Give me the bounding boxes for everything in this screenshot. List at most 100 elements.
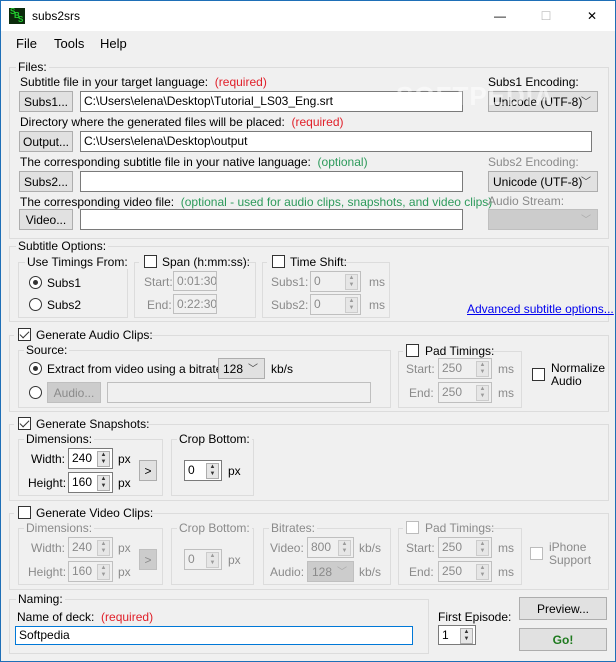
- video-pad-end-spinner[interactable]: 250 ▲ ▼: [438, 561, 492, 582]
- snapshot-width-label: Width:: [31, 452, 66, 466]
- shift-subs2-spinner[interactable]: 0 ▲ ▼: [310, 294, 361, 315]
- video-pad-label: Pad Timings:: [425, 521, 495, 535]
- px-unit: px: [118, 476, 131, 490]
- snapshot-width-spinner[interactable]: 240 ▲ ▼: [68, 448, 113, 469]
- subs1-button[interactable]: Subs1...: [19, 91, 73, 112]
- video-audio-bitrate-select[interactable]: 128 ﹀: [307, 561, 354, 582]
- video-label: The corresponding video file: (optional …: [20, 195, 493, 209]
- output-button[interactable]: Output...: [19, 131, 73, 152]
- extract-from-video-radio[interactable]: [29, 362, 42, 375]
- maximize-icon: ☐: [540, 9, 552, 23]
- video-width-spinner[interactable]: 240 ▲ ▼: [68, 537, 113, 558]
- video-optional: (optional - used for audio clips, snapsh…: [180, 195, 493, 209]
- video-pad-end-label: End:: [409, 565, 434, 579]
- shift-subs1-spinner[interactable]: 0 ▲ ▼: [310, 271, 361, 292]
- audio-stream-select[interactable]: ﹀: [488, 209, 598, 230]
- generate-audio-checkbox[interactable]: [18, 328, 31, 341]
- px-unit: px: [118, 452, 131, 466]
- subs2-radio-label: Subs2: [47, 298, 82, 312]
- kbs-unit: kb/s: [359, 565, 382, 579]
- generate-snapshots-checkbox[interactable]: [18, 417, 31, 430]
- span-end-input[interactable]: 0:22:30: [173, 294, 217, 314]
- spinner-arrows-icon: ▲ ▼: [97, 540, 110, 556]
- generate-video-checkbox[interactable]: [18, 506, 31, 519]
- audio-pad-end-label: End:: [409, 386, 434, 400]
- watermark: SOFTPEDIA: [396, 81, 554, 111]
- minimize-icon: —: [494, 9, 506, 23]
- audio-pad-checkbox[interactable]: [406, 344, 419, 357]
- subs2-button[interactable]: Subs2...: [19, 171, 73, 192]
- audio-pad-start-spinner[interactable]: 250 ▲ ▼: [438, 358, 492, 379]
- px-unit: px: [118, 565, 131, 579]
- snapshot-height-label: Height:: [28, 476, 67, 490]
- kbs-unit: kb/s: [359, 541, 382, 555]
- video-height-spinner[interactable]: 160 ▲ ▼: [68, 561, 113, 582]
- spinner-arrows-icon: ▲ ▼: [345, 274, 358, 290]
- close-icon: ✕: [586, 9, 598, 23]
- video-crop-spinner[interactable]: 0 ▲ ▼: [184, 549, 222, 570]
- deck-required: (required): [101, 610, 154, 624]
- spinner-arrows-icon: ▲ ▼: [460, 628, 473, 644]
- minimize-button[interactable]: —: [477, 1, 523, 31]
- video-pad-start-spinner[interactable]: 250 ▲ ▼: [438, 537, 492, 558]
- menu-file[interactable]: File: [16, 36, 37, 51]
- ms-unit: ms: [498, 386, 514, 400]
- subs2-path-input[interactable]: [80, 171, 463, 192]
- subs2-optional: (optional): [317, 155, 368, 169]
- snapshot-dimensions-button[interactable]: >: [139, 460, 157, 481]
- span-label: Span (h:mm:ss):: [162, 255, 251, 269]
- generate-audio-label: Generate Audio Clips:: [36, 328, 153, 342]
- subs2-radio[interactable]: [29, 298, 42, 311]
- deck-name-label: Name of deck: (required): [17, 610, 154, 624]
- audio-file-input[interactable]: [107, 382, 371, 403]
- spinner-arrows-icon: ▲ ▼: [97, 451, 110, 467]
- audio-file-button[interactable]: Audio...: [47, 382, 101, 403]
- subs2-encoding-label: Subs2 Encoding:: [488, 155, 579, 169]
- maximize-button[interactable]: ☐: [523, 1, 569, 31]
- menu-help[interactable]: Help: [100, 36, 127, 51]
- px-unit: px: [228, 553, 241, 567]
- preview-button[interactable]: Preview...: [519, 597, 607, 620]
- video-path-input[interactable]: [80, 209, 463, 230]
- span-checkbox[interactable]: [144, 255, 157, 268]
- deck-name-input[interactable]: Softpedia: [15, 626, 413, 645]
- output-label: Directory where the generated files will…: [20, 115, 344, 129]
- normalize-audio-checkbox[interactable]: [532, 368, 545, 381]
- ms-unit: ms: [498, 565, 514, 579]
- video-height-label: Height:: [28, 565, 67, 579]
- iphone-support-checkbox[interactable]: [530, 547, 543, 560]
- time-shift-checkbox[interactable]: [272, 255, 285, 268]
- video-button[interactable]: Video...: [19, 209, 73, 230]
- video-bitrate-label: Video:: [270, 541, 304, 555]
- chevron-down-icon: ﹀: [581, 215, 591, 226]
- audio-bitrate-select[interactable]: 128 ﹀: [218, 358, 265, 379]
- video-pad-checkbox[interactable]: [406, 521, 419, 534]
- menu-tools[interactable]: Tools: [54, 36, 84, 51]
- spinner-arrows-icon: ▲ ▼: [97, 475, 110, 491]
- video-bitrate-spinner[interactable]: 800 ▲ ▼: [307, 537, 354, 558]
- px-unit: px: [118, 541, 131, 555]
- video-dimensions-button[interactable]: >: [139, 549, 157, 570]
- ms-unit: ms: [498, 541, 514, 555]
- ms-unit: ms: [498, 362, 514, 376]
- output-path-input[interactable]: C:\Users\elena\Desktop\output: [80, 131, 592, 152]
- go-button[interactable]: Go!: [519, 628, 607, 651]
- subtitle-options-legend: Subtitle Options:: [16, 239, 109, 253]
- snapshot-crop-spinner[interactable]: 0 ▲ ▼: [184, 460, 222, 481]
- snapshot-height-spinner[interactable]: 160 ▲ ▼: [68, 472, 113, 493]
- audio-pad-end-spinner[interactable]: 250 ▲ ▼: [438, 382, 492, 403]
- span-start-input[interactable]: 0:01:30: [173, 271, 217, 291]
- chevron-down-icon: ﹀: [248, 364, 258, 375]
- first-episode-spinner[interactable]: 1 ▲ ▼: [438, 625, 476, 645]
- video-audio-bitrate-label: Audio:: [270, 565, 305, 579]
- chevron-down-icon: ﹀: [581, 97, 591, 108]
- subs2-encoding-select[interactable]: Unicode (UTF-8) ﹀: [488, 171, 598, 192]
- audio-file-radio[interactable]: [29, 386, 42, 399]
- subs1-radio[interactable]: [29, 276, 42, 289]
- close-button[interactable]: ✕: [569, 1, 615, 31]
- advanced-subtitle-options-link[interactable]: Advanced subtitle options...: [467, 302, 614, 316]
- chevron-down-icon: ﹀: [337, 567, 347, 578]
- video-pad-start-label: Start:: [406, 541, 435, 555]
- normalize-audio-label: Normalize Audio: [551, 361, 606, 388]
- spinner-arrows-icon: ▲ ▼: [97, 564, 110, 580]
